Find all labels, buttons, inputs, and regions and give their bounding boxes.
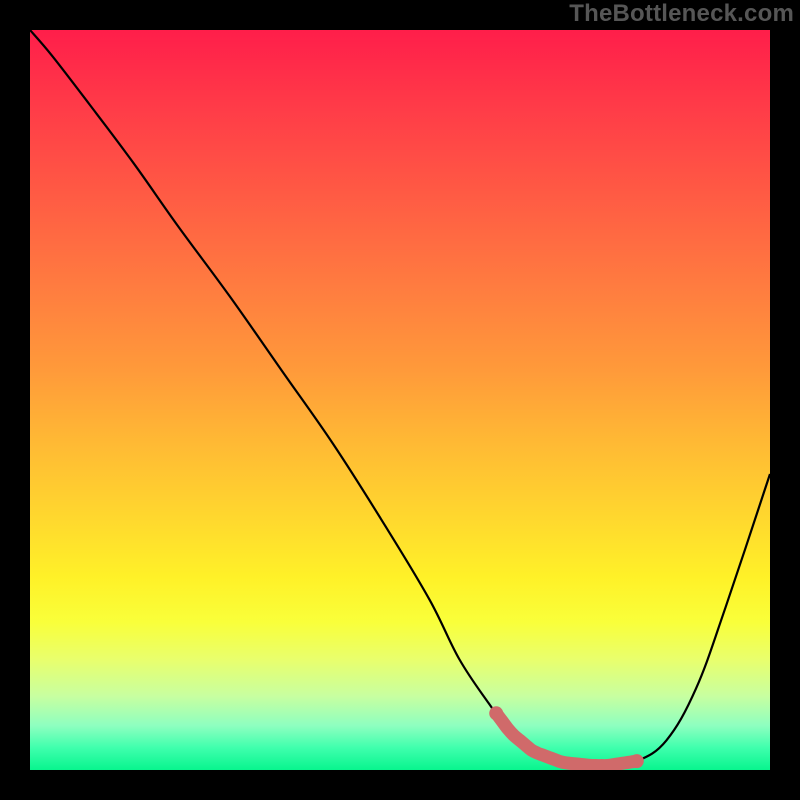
optimal-range-highlight: [496, 713, 637, 765]
optimal-range-end-dot: [630, 754, 644, 768]
chart-container: TheBottleneck.com: [0, 0, 800, 800]
curve-path: [30, 30, 770, 766]
bottleneck-curve: [30, 30, 770, 770]
attribution-text: TheBottleneck.com: [569, 0, 794, 28]
plot-gradient-area: [30, 30, 770, 770]
optimal-range-start-dot: [489, 706, 503, 720]
